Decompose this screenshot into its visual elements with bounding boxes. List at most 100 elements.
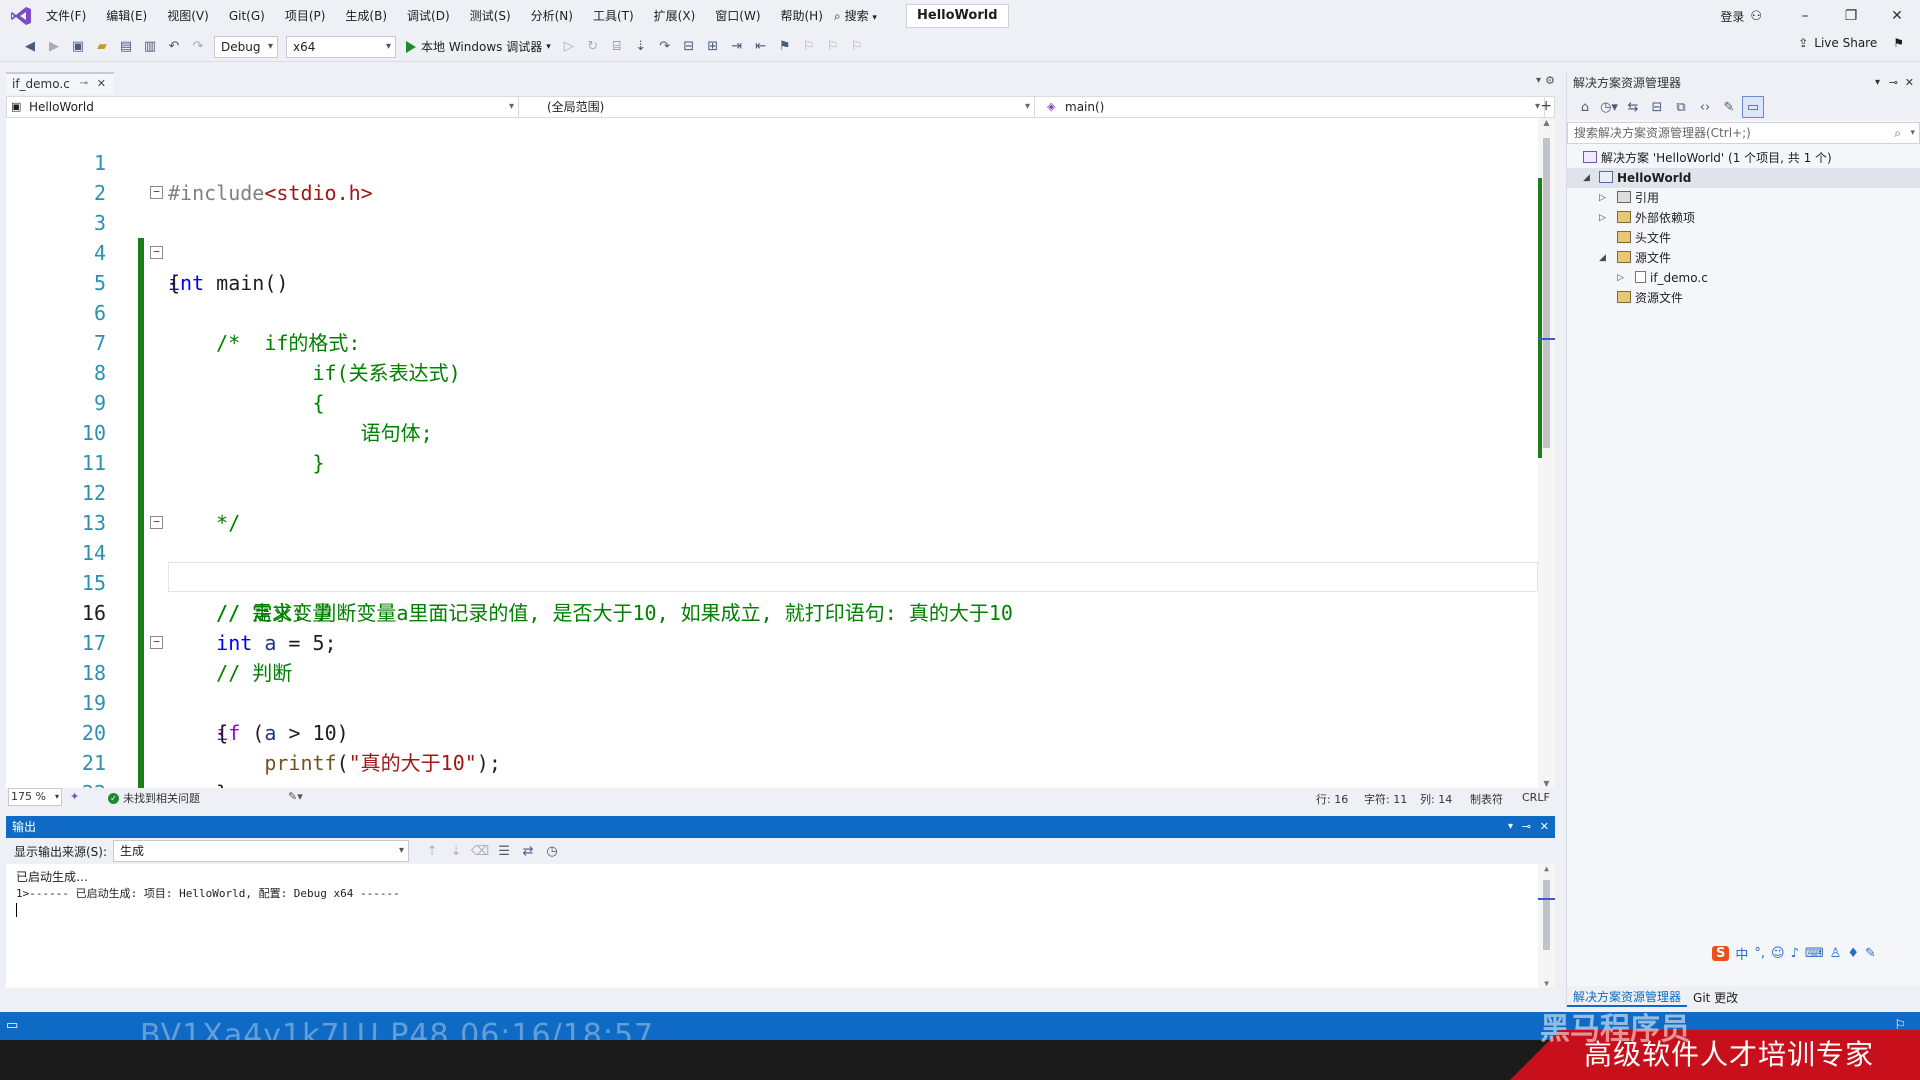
start-without-debugging-icon[interactable]: ▷ — [558, 36, 580, 58]
clear-all-icon[interactable]: ⌫ — [469, 840, 491, 862]
line-indicator[interactable]: 行: 16 — [1316, 791, 1348, 807]
show-all-files-icon[interactable]: ⧉ — [1670, 96, 1692, 118]
code-editor[interactable]: 1 #include<stdio.h> 2 3 − int main() 4 {… — [6, 118, 1555, 788]
ime-skin-icon[interactable]: ♦ — [1847, 946, 1859, 961]
output-text-area[interactable]: 已启动生成… 1>------ 已启动生成: 项目: HelloWorld, 配… — [6, 864, 1555, 988]
panel-menu-icon[interactable]: ▾ — [1875, 72, 1880, 94]
scrollbar-thumb[interactable] — [1543, 880, 1550, 950]
collapse-toggle-icon[interactable]: − — [150, 186, 163, 199]
go-to-previous-message-icon[interactable]: ⇡ — [421, 840, 443, 862]
new-project-icon[interactable]: ▣ — [67, 36, 89, 58]
solution-config-select[interactable]: Debug — [214, 35, 278, 58]
project-dropdown[interactable]: ▣ HelloWorld — [7, 97, 519, 117]
menu-debug[interactable]: 调试(D) — [397, 0, 460, 32]
tab-if-demo[interactable]: if_demo.c ⊸ ✕ — [6, 72, 114, 94]
expanded-arrow-icon[interactable]: ◢ — [1599, 248, 1606, 268]
tab-git-changes[interactable]: Git 更改 — [1687, 989, 1744, 1006]
timestamp-icon[interactable]: ◷ — [541, 840, 563, 862]
tree-item-solution[interactable]: 解决方案 'HelloWorld' (1 个项目, 共 1 个) — [1567, 148, 1920, 168]
pin-icon[interactable]: ⊸ — [1522, 816, 1531, 838]
issues-indicator[interactable]: ✓ 未找到相关问题 — [108, 790, 200, 806]
scrollbar-thumb[interactable] — [1543, 138, 1550, 448]
pin-icon[interactable]: ⊸ — [80, 74, 88, 94]
menu-build[interactable]: 生成(B) — [335, 0, 397, 32]
indent-icon[interactable]: ⇥ — [726, 36, 748, 58]
collapse-toggle-icon[interactable]: − — [150, 516, 163, 529]
step-over-icon[interactable]: ↷ — [654, 36, 676, 58]
ime-emoji-icon[interactable]: ☺ — [1771, 946, 1785, 961]
navigate-forward-icon[interactable]: ▶ — [43, 36, 65, 58]
menu-extensions[interactable]: 扩展(X) — [644, 0, 706, 32]
status-output-icon[interactable]: ▭ — [6, 1018, 18, 1033]
editor-vertical-scrollbar[interactable]: ▲ ▼ — [1538, 118, 1555, 788]
line-ending-indicator[interactable]: CRLF — [1522, 791, 1550, 804]
menu-test[interactable]: 测试(S) — [460, 0, 521, 32]
output-source-select[interactable]: 生成 — [113, 840, 410, 862]
intellicode-icon[interactable]: ✦ — [70, 790, 79, 803]
sogou-logo-icon[interactable]: S — [1712, 945, 1730, 961]
next-bookmark-icon[interactable]: ⚐ — [822, 36, 844, 58]
tree-item-external-deps[interactable]: ▷ 外部依赖项 — [1567, 208, 1920, 228]
scroll-down-arrow-icon[interactable]: ▼ — [1538, 979, 1555, 988]
settings-gear-icon[interactable]: ⚙ — [1545, 74, 1555, 87]
switch-views-icon[interactable]: ⌂ — [1574, 96, 1596, 118]
close-panel-icon[interactable]: ✕ — [1540, 816, 1549, 838]
toggle-wrap-icon[interactable]: ⇄ — [517, 840, 539, 862]
step-into-icon[interactable]: ⇣ — [630, 36, 652, 58]
collapsed-arrow-icon[interactable]: ▷ — [1599, 208, 1606, 228]
menu-help[interactable]: 帮助(H) — [771, 0, 833, 32]
tree-item-project[interactable]: ◢ HelloWorld — [1567, 168, 1920, 188]
menu-tools[interactable]: 工具(T) — [583, 0, 644, 32]
word-wrap-icon[interactable]: ☰ — [493, 840, 515, 862]
collapse-toggle-icon[interactable]: − — [150, 246, 163, 259]
tree-item-resource-files[interactable]: 资源文件 — [1567, 288, 1920, 308]
close-panel-icon[interactable]: ✕ — [1905, 72, 1914, 94]
login-link[interactable]: 登录 — [1720, 8, 1744, 25]
tree-item-source-files[interactable]: ◢ 源文件 — [1567, 248, 1920, 268]
split-window-icon[interactable]: + — [1540, 98, 1552, 114]
menu-edit[interactable]: 编辑(E) — [96, 0, 157, 32]
prev-bookmark-icon[interactable]: ⚐ — [798, 36, 820, 58]
feedback-icon[interactable]: ⚑ — [1893, 36, 1904, 50]
redo-icon[interactable]: ↷ — [187, 36, 209, 58]
collapse-toggle-icon[interactable]: − — [150, 636, 163, 649]
sync-with-document-icon[interactable]: ⇆ — [1622, 96, 1644, 118]
column-indicator[interactable]: 列: 14 — [1420, 791, 1452, 807]
collapsed-arrow-icon[interactable]: ▷ — [1617, 268, 1624, 288]
tab-list-dropdown-icon[interactable]: ▾ — [1536, 75, 1541, 86]
live-share-button[interactable]: Live Share — [1814, 36, 1877, 50]
menu-analyze[interactable]: 分析(N) — [521, 0, 583, 32]
navigate-back-icon[interactable]: ◀ — [19, 36, 41, 58]
panel-menu-icon[interactable]: ▾ — [1508, 816, 1513, 838]
ime-punctuation-icon[interactable]: °, — [1754, 946, 1765, 961]
char-indicator[interactable]: 字符: 11 — [1364, 791, 1407, 807]
tree-item-header-files[interactable]: 头文件 — [1567, 228, 1920, 248]
start-debugging-button[interactable]: 本地 Windows 调试器 ▾ — [400, 38, 557, 55]
menu-view[interactable]: 视图(V) — [157, 0, 219, 32]
outdent-icon[interactable]: ⇤ — [750, 36, 772, 58]
scope-dropdown[interactable]: (全局范围) — [529, 97, 1035, 117]
undo-icon[interactable]: ↶ — [163, 36, 185, 58]
clear-bookmarks-icon[interactable]: ⚐ — [846, 36, 868, 58]
preview-selected-icon[interactable]: ▭ — [1742, 96, 1764, 118]
tree-item-if-demo-c[interactable]: ▷ if_demo.c — [1567, 268, 1920, 288]
pending-changes-filter-icon[interactable]: ◷▾ — [1598, 96, 1620, 118]
browser-link-icon[interactable]: ⌸ — [606, 36, 628, 58]
open-folder-icon[interactable]: ▰ — [91, 36, 113, 58]
output-vertical-scrollbar[interactable]: ▲ ▼ — [1538, 864, 1555, 988]
ime-tools-icon[interactable]: ✎ — [1865, 946, 1876, 961]
ime-keyboard-icon[interactable]: ⌨ — [1805, 946, 1824, 961]
save-all-icon[interactable]: ▥ — [139, 36, 161, 58]
close-window-button[interactable]: ✕ — [1874, 0, 1920, 32]
ime-user-icon[interactable]: ♙ — [1830, 946, 1842, 961]
account-icon[interactable]: ⚇ — [1750, 9, 1762, 24]
tab-mode-indicator[interactable]: 制表符 — [1470, 791, 1503, 807]
pin-icon[interactable]: ⊸ — [1889, 72, 1898, 94]
close-tab-icon[interactable]: ✕ — [97, 74, 106, 94]
menu-git[interactable]: Git(G) — [219, 0, 275, 32]
save-icon[interactable]: ▤ — [115, 36, 137, 58]
zoom-select[interactable]: 175 % ▾ — [8, 788, 62, 806]
view-code-icon[interactable]: ‹› — [1694, 96, 1716, 118]
restore-button[interactable]: ❐ — [1828, 0, 1874, 32]
search-box[interactable]: ⌕ 搜索 ▾ — [826, 6, 885, 26]
